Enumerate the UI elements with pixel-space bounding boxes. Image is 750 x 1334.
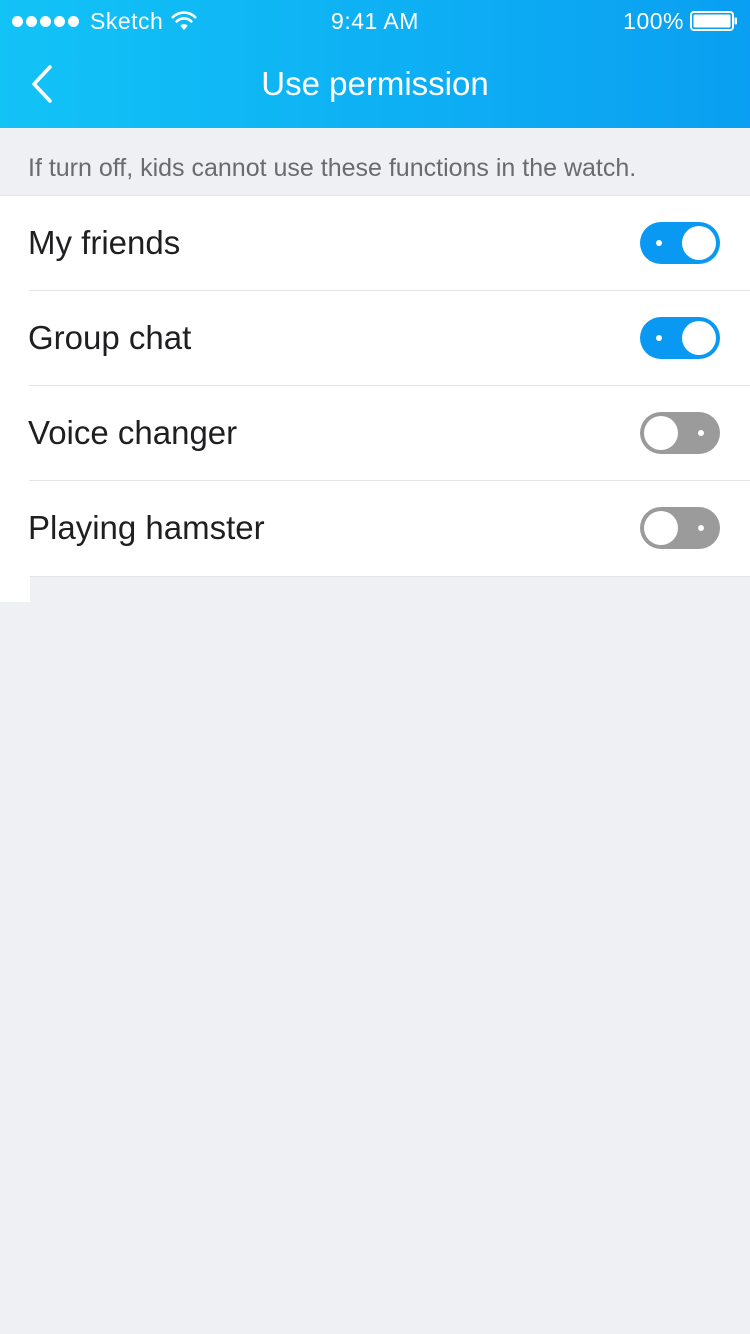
app-header: Sketch 9:41 AM 100% Use permission: [0, 0, 750, 128]
permission-row-playing-hamster: Playing hamster: [0, 481, 750, 576]
permission-row-voice-changer: Voice changer: [0, 386, 750, 481]
toggle-dot: [698, 525, 704, 531]
toggle-dot: [656, 335, 662, 341]
permission-hint: If turn off, kids cannot use these funct…: [28, 154, 637, 182]
battery-icon: [690, 11, 737, 31]
list-edge: [0, 575, 30, 602]
voice-changer-toggle[interactable]: [640, 412, 720, 454]
permission-label: My friends: [28, 224, 181, 261]
battery-percentage: 100%: [623, 7, 684, 34]
toggle-knob: [644, 511, 678, 545]
permission-label: Group chat: [28, 319, 192, 356]
status-right: 100%: [623, 8, 738, 34]
toggle-dot: [656, 240, 662, 246]
permission-label: Voice changer: [28, 414, 238, 451]
permission-list: My friends Group chat Voice changer Play…: [0, 195, 750, 577]
navigation-bar: Use permission: [0, 40, 750, 128]
permission-label: Playing hamster: [28, 509, 265, 546]
playing-hamster-toggle[interactable]: [640, 507, 720, 549]
my-friends-toggle[interactable]: [640, 222, 720, 264]
toggle-knob: [682, 321, 716, 355]
toggle-dot: [698, 430, 704, 436]
permission-row-my-friends: My friends: [0, 196, 750, 291]
toggle-knob: [682, 226, 716, 260]
toggle-knob: [644, 416, 678, 450]
page-title: Use permission: [261, 65, 489, 102]
status-bar: Sketch 9:41 AM 100%: [0, 0, 750, 40]
permission-row-group-chat: Group chat: [0, 291, 750, 386]
group-chat-toggle[interactable]: [640, 317, 720, 359]
